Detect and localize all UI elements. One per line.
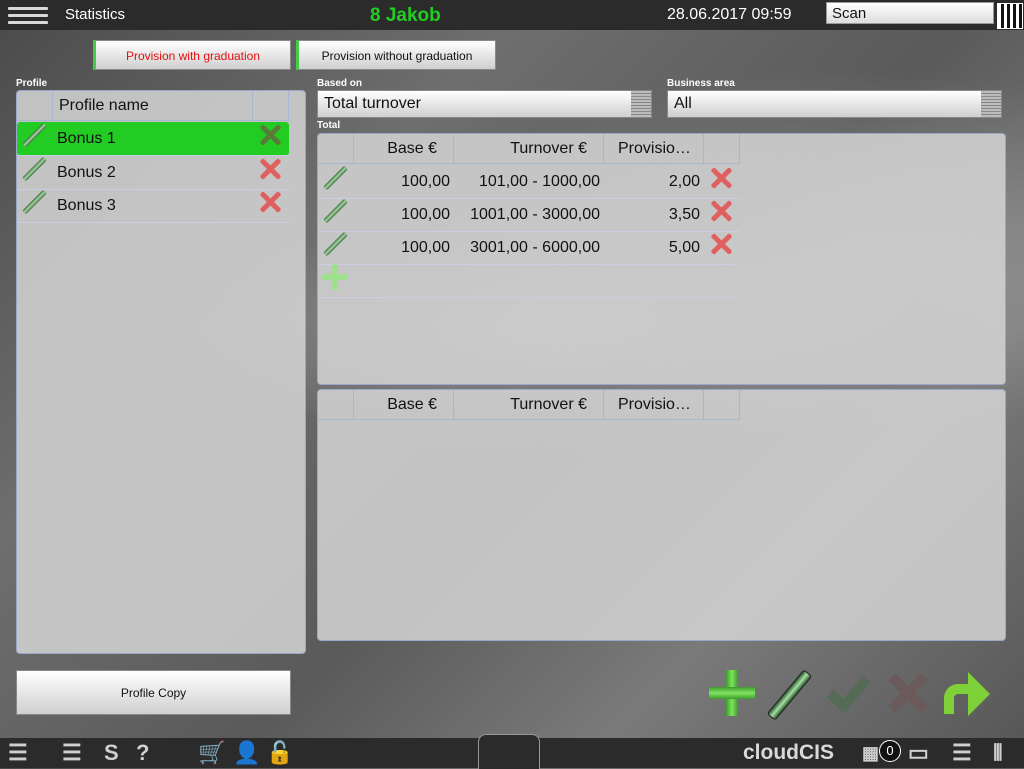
based-on-select[interactable]: Total turnover xyxy=(317,90,652,118)
profile-name: Bonus 1 xyxy=(57,130,116,147)
provision-cell: 5,00 xyxy=(668,239,700,256)
next-arrow-icon[interactable] xyxy=(942,668,992,718)
single-window-icon[interactable]: ▭ xyxy=(908,742,929,764)
turnover-column-header: Turnover € xyxy=(454,390,604,420)
turnover-cell: 3001,00 - 6000,00 xyxy=(470,239,600,256)
tab-provision-without-graduation[interactable]: Provision without graduation xyxy=(296,40,496,70)
profile-label: Profile xyxy=(16,78,48,89)
total-table-panel: Base € Turnover € Provisio… 100,00 101,0… xyxy=(317,133,1006,385)
business-area-label: Business area xyxy=(667,78,735,89)
delete-x-icon[interactable] xyxy=(704,165,740,198)
business-area-select[interactable]: All xyxy=(667,90,1002,118)
turnover-cell: 101,00 - 1000,00 xyxy=(479,173,600,190)
user-icon[interactable]: 👤 xyxy=(233,742,260,764)
based-on-label: Based on xyxy=(317,78,363,89)
delete-x-icon[interactable] xyxy=(253,156,289,189)
delete-x-icon[interactable] xyxy=(253,189,289,222)
business-area-value: All xyxy=(674,95,692,112)
delete-x-icon[interactable] xyxy=(704,231,740,264)
profile-row[interactable]: Bonus 2 xyxy=(17,156,289,190)
base-column-header: Base € xyxy=(354,390,454,420)
datetime: 28.06.2017 09:59 xyxy=(667,6,792,23)
edit-pen-icon[interactable] xyxy=(17,189,53,222)
page-title: Statistics xyxy=(65,6,126,23)
provision-cell: 2,00 xyxy=(668,173,700,190)
lower-table-panel: Base € Turnover € Provisio… xyxy=(317,389,1006,641)
brand-logo: cloudCIS xyxy=(743,741,835,764)
edit-pen-icon[interactable] xyxy=(17,156,53,189)
profile-list-panel: Profile name Bonus 1 Bonus 2 Bonus 3 xyxy=(16,90,306,654)
table-row[interactable]: 100,00 1001,00 - 3000,00 3,50 xyxy=(318,198,740,232)
table-row[interactable]: 100,00 101,00 - 1000,00 2,00 xyxy=(318,165,740,199)
calendar-icon[interactable]: ▦ xyxy=(862,742,879,764)
dropdown-grip-icon[interactable] xyxy=(981,91,1001,117)
menu-lines-icon[interactable]: ☰ xyxy=(8,742,28,764)
delete-x-icon[interactable] xyxy=(253,122,289,155)
dropdown-grip-icon[interactable] xyxy=(631,91,651,117)
edit-pen-icon[interactable] xyxy=(318,198,354,231)
add-plus-icon[interactable] xyxy=(318,264,354,297)
list-icon[interactable]: ☰ xyxy=(62,742,82,764)
columns-icon[interactable]: ⦀ xyxy=(993,742,1003,764)
based-on-value: Total turnover xyxy=(324,95,421,112)
edit-pen-icon[interactable] xyxy=(764,668,814,718)
center-app-tab[interactable] xyxy=(478,734,540,769)
profile-name: Bonus 3 xyxy=(57,197,116,214)
delete-x-icon[interactable] xyxy=(704,198,740,231)
qr-code-icon[interactable] xyxy=(997,3,1023,29)
turnover-column-header: Turnover € xyxy=(454,134,604,164)
profile-list-header: Profile name xyxy=(17,91,289,121)
provision-column-header: Provisio… xyxy=(604,390,704,420)
lower-table-header: Base € Turnover € Provisio… xyxy=(318,390,740,420)
total-table-header: Base € Turnover € Provisio… xyxy=(318,134,740,164)
profile-name-column-header: Profile name xyxy=(53,91,253,121)
cancel-x-icon[interactable] xyxy=(883,668,933,718)
edit-pen-icon[interactable] xyxy=(17,122,53,155)
tab-provision-with-graduation[interactable]: Provision with graduation xyxy=(93,40,291,70)
add-plus-icon[interactable] xyxy=(707,668,757,718)
split-window-icon[interactable]: ☰ xyxy=(952,742,972,764)
top-bar: Statistics 8 Jakob 28.06.2017 09:59 xyxy=(0,0,1024,30)
provision-cell: 3,50 xyxy=(668,206,700,223)
profile-name: Bonus 2 xyxy=(57,164,116,181)
confirm-check-icon[interactable] xyxy=(825,668,875,718)
profile-copy-button[interactable]: Profile Copy xyxy=(16,670,291,715)
unlock-icon[interactable]: 🔓 xyxy=(266,742,293,764)
hamburger-menu-icon[interactable] xyxy=(8,4,48,26)
base-column-header: Base € xyxy=(354,134,454,164)
s-icon[interactable]: S xyxy=(104,742,119,764)
profile-row[interactable]: Bonus 1 xyxy=(17,122,289,156)
cart-icon[interactable]: 🛒 xyxy=(198,742,225,764)
turnover-cell: 1001,00 - 3000,00 xyxy=(470,206,600,223)
scan-input[interactable] xyxy=(826,2,994,24)
table-row[interactable]: 100,00 3001,00 - 6000,00 5,00 xyxy=(318,231,740,265)
base-cell: 100,00 xyxy=(401,206,450,223)
edit-pen-icon[interactable] xyxy=(318,165,354,198)
help-icon[interactable]: ? xyxy=(136,742,149,764)
profile-row[interactable]: Bonus 3 xyxy=(17,189,289,223)
edit-pen-icon[interactable] xyxy=(318,231,354,264)
base-cell: 100,00 xyxy=(401,239,450,256)
add-row[interactable] xyxy=(318,264,740,298)
provision-column-header: Provisio… xyxy=(604,134,704,164)
current-user: 8 Jakob xyxy=(370,5,441,26)
base-cell: 100,00 xyxy=(401,173,450,190)
total-label: Total xyxy=(317,120,341,131)
notification-badge: 0 xyxy=(879,740,901,762)
